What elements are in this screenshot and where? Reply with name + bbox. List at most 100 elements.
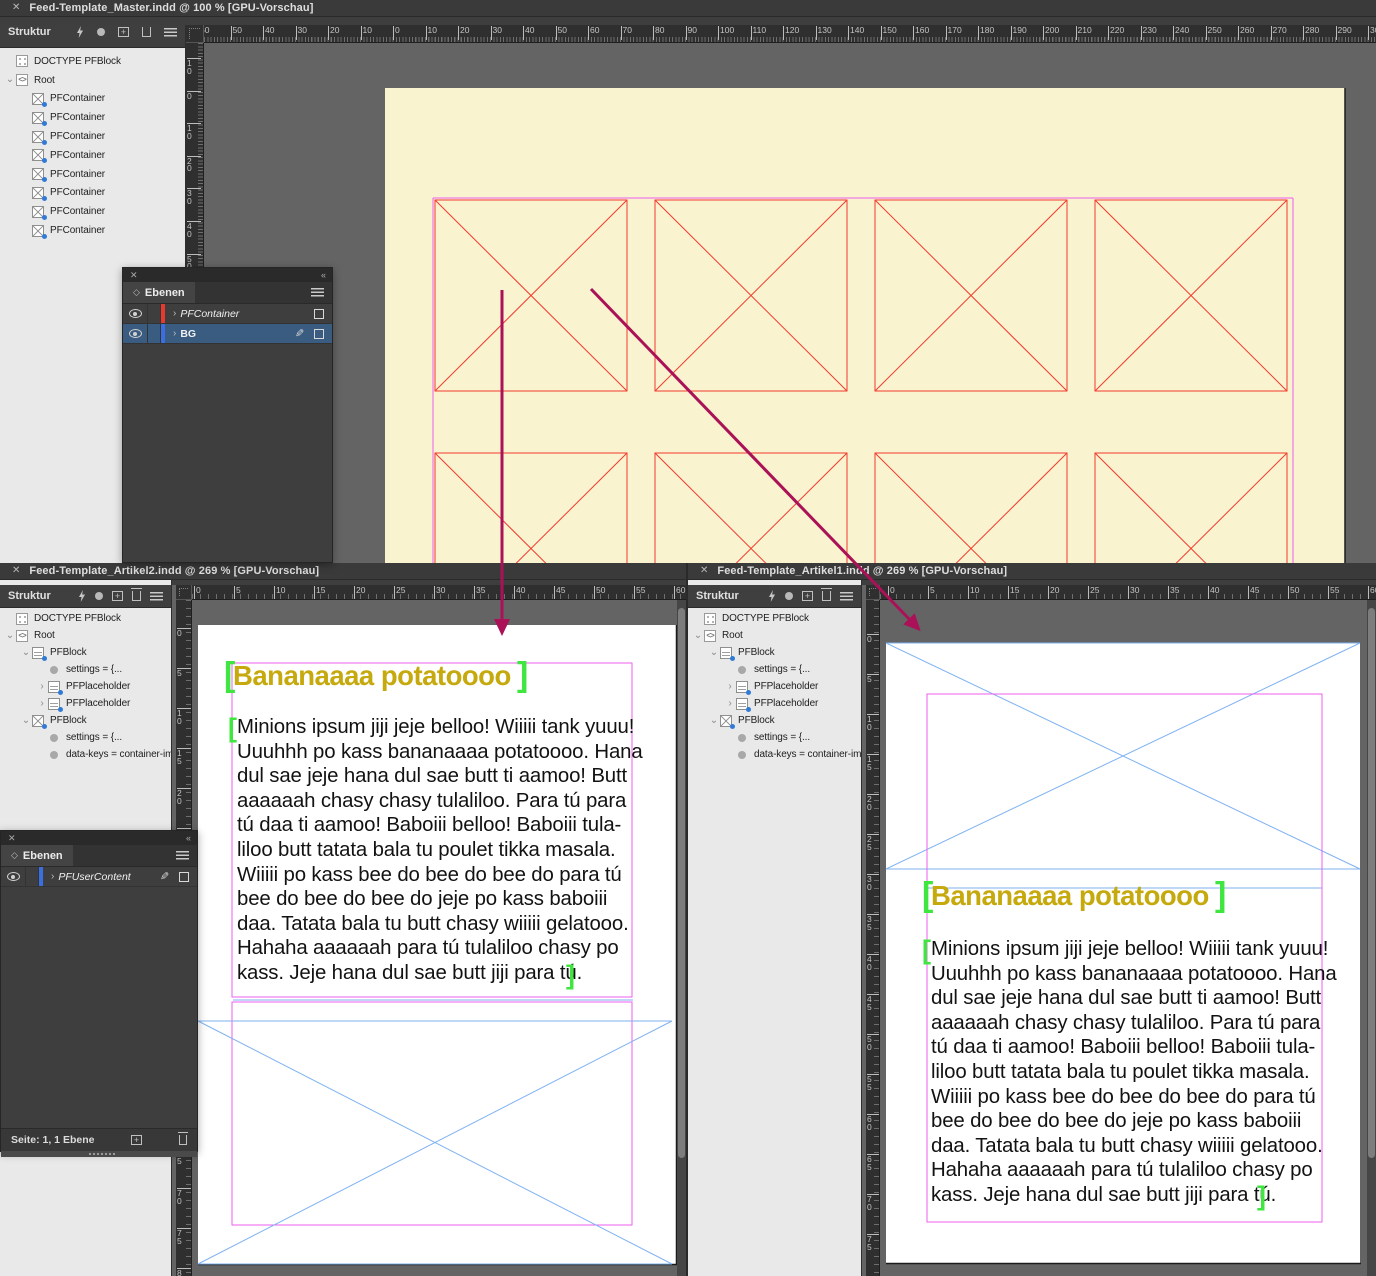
- tree-item-pfcontainer[interactable]: PFContainer: [0, 165, 185, 184]
- artikel1-title-bar[interactable]: ✕ Feed-Template_Artikel1.indd @ 269 % [G…: [688, 563, 1376, 580]
- tree-item-pfblock[interactable]: ⌄PFBlock: [688, 644, 861, 661]
- tree-item-pfblock[interactable]: ⌄PFBlock: [0, 712, 171, 729]
- tree-item-root[interactable]: ⌄Root: [0, 71, 185, 90]
- chevron-down-icon[interactable]: ⌄: [708, 716, 720, 726]
- horizontal-ruler[interactable]: 6050403020100102030405060708090100110120…: [204, 25, 1376, 43]
- tree-item-doctype[interactable]: DOCTYPE PFBlock: [0, 610, 171, 627]
- horizontal-ruler[interactable]: 051015202530354045505560: [192, 585, 688, 600]
- tree-item-pfcontainer[interactable]: PFContainer: [0, 221, 185, 240]
- article-body-text[interactable]: Minions ipsum jiji jeje belloo! Wiiiii t…: [237, 715, 643, 986]
- chevron-down-icon[interactable]: ⌄: [20, 648, 32, 658]
- tree-item-doctype[interactable]: DOCTYPE PFBlock: [0, 52, 185, 71]
- tab-ebenen[interactable]: ◇ Ebenen: [1, 845, 73, 866]
- close-icon[interactable]: ✕: [130, 270, 138, 281]
- tree-item-pfplaceholder[interactable]: ›PFPlaceholder: [0, 678, 171, 695]
- tree-item-pfcontainer[interactable]: PFContainer: [0, 90, 185, 109]
- record-icon[interactable]: [97, 28, 105, 36]
- panel-menu-icon[interactable]: [840, 592, 853, 601]
- tree-item-pfblock[interactable]: ⌄PFBlock: [0, 644, 171, 661]
- tree-item-data-keys[interactable]: data-keys = container-image: [0, 746, 171, 763]
- new-layer-icon[interactable]: +: [131, 1135, 141, 1145]
- close-icon[interactable]: ✕: [12, 3, 20, 13]
- master-tab-title[interactable]: Feed-Template_Master.indd @ 100 % [GPU-V…: [29, 2, 313, 14]
- tree-item-pfplaceholder[interactable]: ›PFPlaceholder: [688, 695, 861, 712]
- chevron-down-icon[interactable]: ⌄: [4, 631, 16, 641]
- layer-name[interactable]: PFContainer: [180, 308, 239, 320]
- tree-item-pfcontainer[interactable]: PFContainer: [0, 146, 185, 165]
- selection-square-icon[interactable]: [314, 329, 324, 339]
- tree-item-pfcontainer[interactable]: PFContainer: [0, 184, 185, 203]
- ruler-origin-box[interactable]: [866, 585, 880, 600]
- ruler-origin-box[interactable]: [186, 25, 204, 43]
- artikel2-tab-title[interactable]: Feed-Template_Artikel2.indd @ 269 % [GPU…: [29, 565, 319, 577]
- master-page-artwork[interactable]: [204, 43, 1376, 563]
- tree-item-settings[interactable]: settings = {...: [688, 729, 861, 746]
- panel-title-bar[interactable]: ✕ «: [1, 831, 197, 845]
- scrollbar-thumb[interactable]: [678, 608, 685, 1158]
- record-icon[interactable]: [95, 592, 103, 600]
- master-page[interactable]: [385, 88, 1345, 563]
- tree-item-doctype[interactable]: DOCTYPE PFBlock: [688, 610, 861, 627]
- panel-menu-icon[interactable]: [311, 288, 324, 297]
- tree-item-pfplaceholder[interactable]: ›PFPlaceholder: [0, 695, 171, 712]
- tree-item-settings[interactable]: settings = {...: [688, 661, 861, 678]
- visibility-toggle[interactable]: [1, 867, 26, 886]
- selection-square-icon[interactable]: [179, 872, 189, 882]
- trash-icon[interactable]: [142, 27, 151, 37]
- lock-column[interactable]: [26, 867, 39, 886]
- layer-row-bg[interactable]: ›BG✎: [123, 324, 332, 344]
- chevron-right-icon[interactable]: ›: [173, 328, 176, 339]
- article-body-text[interactable]: Minions ipsum jiji jeje belloo! Wiiiii t…: [931, 937, 1337, 1208]
- layer-name[interactable]: BG: [180, 328, 196, 340]
- close-icon[interactable]: ✕: [12, 566, 20, 576]
- horizontal-ruler[interactable]: 051015202530354045505560: [880, 585, 1376, 600]
- delete-layer-icon[interactable]: [179, 1135, 187, 1145]
- tree-item-settings[interactable]: settings = {...: [0, 661, 171, 678]
- trash-icon[interactable]: [822, 591, 831, 601]
- chevron-down-icon[interactable]: ⌄: [708, 648, 720, 658]
- record-icon[interactable]: [785, 592, 793, 600]
- selection-square-icon[interactable]: [314, 309, 324, 319]
- visibility-toggle[interactable]: [123, 324, 148, 343]
- trash-icon[interactable]: [132, 591, 141, 601]
- panel-resize-grip[interactable]: [1, 1151, 197, 1157]
- vertical-scrollbar[interactable]: [1367, 600, 1376, 1276]
- validate-icon[interactable]: [768, 590, 776, 602]
- tree-item-pfcontainer[interactable]: PFContainer: [0, 202, 185, 221]
- collapse-icon[interactable]: «: [186, 833, 190, 843]
- add-element-icon[interactable]: +: [112, 591, 123, 601]
- panel-menu-icon[interactable]: [164, 28, 177, 37]
- close-icon[interactable]: ✕: [700, 566, 708, 576]
- ruler-origin-box[interactable]: [176, 585, 192, 600]
- tree-item-pfblock[interactable]: ⌄PFBlock: [688, 712, 861, 729]
- add-element-icon[interactable]: +: [118, 27, 129, 37]
- article-headline[interactable]: Bananaaaa potatoooo: [931, 880, 1209, 912]
- artikel1-tab-title[interactable]: Feed-Template_Artikel1.indd @ 269 % [GPU…: [717, 565, 1007, 577]
- validate-icon[interactable]: [78, 590, 86, 602]
- tree-item-pfcontainer[interactable]: PFContainer: [0, 108, 185, 127]
- article-headline[interactable]: Bananaaaa potatoooo: [233, 660, 511, 692]
- vertical-scrollbar[interactable]: [677, 600, 686, 1276]
- tree-item-root[interactable]: ⌄Root: [688, 627, 861, 644]
- scrollbar-thumb[interactable]: [1368, 608, 1375, 1158]
- artikel2-title-bar[interactable]: ✕ Feed-Template_Artikel2.indd @ 269 % [G…: [0, 563, 686, 580]
- chevron-right-icon[interactable]: ›: [173, 308, 176, 319]
- chevron-down-icon[interactable]: ⌄: [692, 631, 704, 641]
- chevron-right-icon[interactable]: ›: [51, 871, 54, 882]
- layer-row-pfcontainer[interactable]: › PFContainer: [123, 304, 332, 324]
- layer-row-pfusercontent[interactable]: ›PFUserContent✎: [1, 867, 197, 887]
- visibility-toggle[interactable]: [123, 304, 148, 323]
- tab-ebenen[interactable]: ◇ Ebenen: [123, 282, 195, 303]
- master-canvas[interactable]: [204, 43, 1376, 563]
- tree-item-pfplaceholder[interactable]: ›PFPlaceholder: [688, 678, 861, 695]
- lock-column[interactable]: [148, 304, 161, 323]
- panel-menu-icon[interactable]: [176, 851, 189, 860]
- tree-item-root[interactable]: ⌄Root: [0, 627, 171, 644]
- collapse-icon[interactable]: «: [321, 270, 325, 280]
- tree-item-settings[interactable]: settings = {...: [0, 729, 171, 746]
- tree-item-data-keys[interactable]: data-keys = container-image: [688, 746, 861, 763]
- panel-title-bar[interactable]: ✕ «: [123, 268, 332, 282]
- add-element-icon[interactable]: +: [802, 591, 813, 601]
- layer-name[interactable]: PFUserContent: [58, 871, 130, 883]
- chevron-right-icon[interactable]: ›: [36, 682, 48, 692]
